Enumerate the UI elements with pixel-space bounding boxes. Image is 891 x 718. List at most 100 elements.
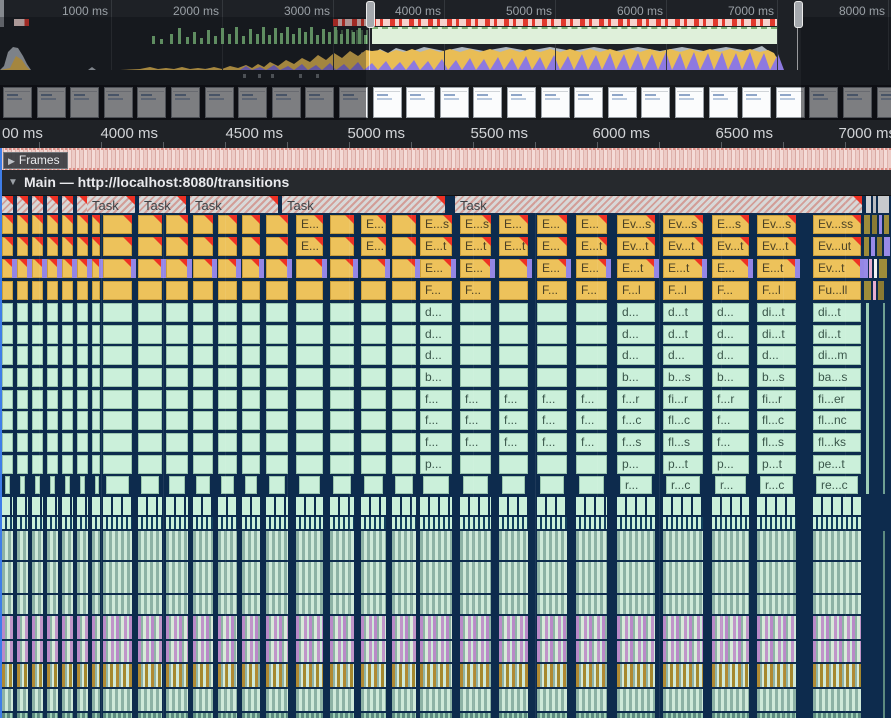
js-frame-bar[interactable] [166, 433, 188, 452]
js-frame-bar[interactable] [499, 325, 528, 344]
bottom-activity-column[interactable] [392, 531, 416, 718]
js-frame-bar[interactable] [62, 455, 73, 474]
js-frame-bar[interactable] [499, 455, 528, 474]
event-bar[interactable] [218, 281, 237, 300]
micro-activity-bar[interactable] [499, 517, 528, 529]
event-bar[interactable]: E... [420, 259, 452, 278]
event-bar[interactable] [193, 215, 213, 234]
event-bar[interactable]: F...l [663, 281, 703, 300]
js-frame-bar[interactable]: d... [617, 325, 655, 344]
js-frame-bar[interactable] [392, 346, 416, 365]
event-bar[interactable] [193, 237, 213, 256]
micro-activity-bar[interactable] [92, 497, 100, 515]
js-frame-bar[interactable] [296, 411, 323, 430]
event-bar[interactable]: Ev...s [617, 215, 655, 234]
micro-activity-bar[interactable] [617, 517, 655, 529]
js-frame-bar[interactable] [242, 303, 260, 322]
bottom-activity-column[interactable] [420, 531, 452, 718]
js-frame-bar[interactable] [266, 433, 288, 452]
js-frame-bar[interactable] [330, 390, 354, 409]
js-frame-bar[interactable]: b... [617, 368, 655, 387]
js-frame-bar[interactable] [92, 411, 100, 430]
event-bar[interactable]: E...t [663, 259, 703, 278]
task-bar[interactable] [62, 196, 73, 213]
bottom-activity-column[interactable] [663, 531, 703, 718]
js-frame-bar[interactable] [576, 346, 607, 365]
js-frame-bar[interactable]: di...t [757, 325, 796, 344]
js-frame-bar[interactable] [77, 368, 88, 387]
js-frame-bar[interactable] [32, 346, 43, 365]
bottom-activity-column[interactable] [617, 531, 655, 718]
event-bar[interactable] [138, 281, 162, 300]
js-frame-bar[interactable] [166, 346, 188, 365]
js-frame-bar[interactable] [218, 390, 237, 409]
bottom-activity-column[interactable] [103, 531, 132, 718]
js-frame-bar[interactable]: f... [537, 411, 567, 430]
event-bar[interactable] [32, 237, 43, 256]
screenshot-thumbnail[interactable] [574, 87, 603, 118]
js-frame-bar[interactable]: r... [715, 476, 746, 494]
js-frame-bar[interactable] [221, 476, 234, 494]
js-frame-bar[interactable] [17, 433, 28, 452]
js-frame-bar[interactable] [193, 433, 213, 452]
js-frame-bar[interactable] [499, 303, 528, 322]
js-frame-bar[interactable]: di...t [757, 303, 796, 322]
js-frame-bar[interactable] [138, 368, 162, 387]
micro-activity-bar[interactable] [499, 497, 528, 515]
event-bar[interactable]: E...s [420, 215, 452, 234]
bottom-activity-column[interactable] [296, 531, 323, 718]
js-frame-bar[interactable]: di...m [813, 346, 861, 365]
event-bar[interactable] [193, 281, 213, 300]
screenshot-thumbnail[interactable] [373, 87, 402, 118]
micro-activity-bar[interactable] [460, 497, 491, 515]
micro-activity-bar[interactable] [242, 517, 260, 529]
js-frame-bar[interactable] [92, 303, 100, 322]
js-frame-bar[interactable] [266, 346, 288, 365]
js-frame-bar[interactable] [193, 346, 213, 365]
js-frame-bar[interactable] [537, 368, 567, 387]
flame-chart[interactable]: TaskTaskTaskTaskTaskE...E...E...sE...sE.… [0, 196, 891, 718]
js-frame-bar[interactable] [2, 455, 13, 474]
js-frame-bar[interactable]: b... [420, 368, 452, 387]
js-frame-bar[interactable]: f... [537, 433, 567, 452]
js-frame-bar[interactable] [5, 476, 10, 494]
js-frame-bar[interactable]: f... [460, 433, 491, 452]
js-frame-bar[interactable] [92, 325, 100, 344]
js-frame-bar[interactable]: d... [617, 346, 655, 365]
js-frame-bar[interactable] [218, 455, 237, 474]
js-frame-bar[interactable] [242, 411, 260, 430]
js-frame-bar[interactable]: p... [420, 455, 452, 474]
micro-activity-bar[interactable] [757, 517, 796, 529]
event-bar[interactable] [47, 215, 58, 234]
js-frame-bar[interactable] [62, 325, 73, 344]
event-bar[interactable]: Ev...s [663, 215, 703, 234]
js-frame-bar[interactable] [138, 346, 162, 365]
js-frame-bar[interactable]: fl...ks [813, 433, 861, 452]
js-frame-bar[interactable]: di...t [813, 303, 861, 322]
js-frame-bar[interactable]: f... [576, 433, 607, 452]
screenshot-thumbnail[interactable] [608, 87, 637, 118]
screenshot-thumbnail[interactable] [709, 87, 738, 118]
js-frame-bar[interactable] [361, 346, 386, 365]
js-frame-bar[interactable] [138, 455, 162, 474]
micro-activity-bar[interactable] [663, 497, 703, 515]
js-frame-bar[interactable]: re...c [816, 476, 858, 494]
js-frame-bar[interactable]: d... [420, 303, 452, 322]
bottom-activity-column[interactable] [813, 531, 861, 718]
micro-activity-bar[interactable] [361, 497, 386, 515]
event-bar[interactable] [392, 281, 416, 300]
event-bar[interactable] [2, 215, 13, 234]
js-frame-bar[interactable] [460, 303, 491, 322]
js-frame-bar[interactable] [392, 368, 416, 387]
event-bar[interactable] [92, 215, 100, 234]
micro-activity-bar[interactable] [2, 497, 13, 515]
micro-activity-bar[interactable] [392, 497, 416, 515]
js-frame-bar[interactable] [218, 325, 237, 344]
event-bar[interactable]: Ev...t [617, 237, 655, 256]
event-bar[interactable] [218, 259, 237, 278]
event-bar[interactable]: E...t [420, 237, 452, 256]
js-frame-bar[interactable] [32, 325, 43, 344]
event-bar[interactable]: E... [361, 215, 386, 234]
js-frame-bar[interactable] [47, 368, 58, 387]
js-frame-bar[interactable]: p... [617, 455, 655, 474]
